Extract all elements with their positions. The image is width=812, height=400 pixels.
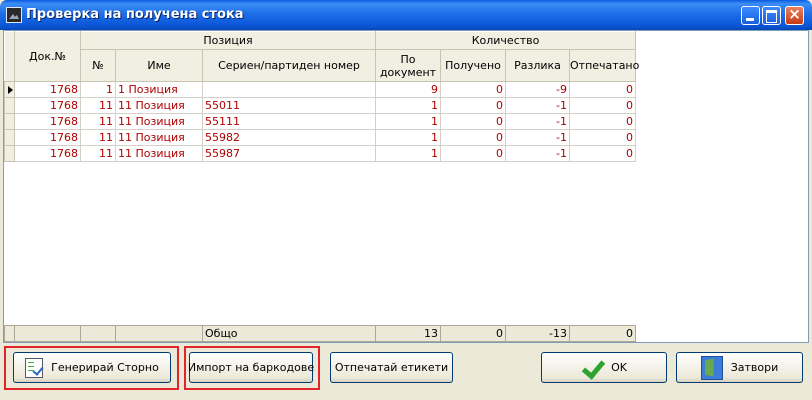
cell-received[interactable]: 0 — [440, 129, 507, 146]
cell-received[interactable]: 0 — [440, 81, 507, 98]
cell-no[interactable]: 11 — [80, 97, 116, 114]
total-by-document: 13 — [375, 325, 441, 342]
footer-cell — [14, 325, 81, 342]
total-printed: 0 — [569, 325, 636, 342]
cell-serial[interactable]: 55111 — [201, 113, 377, 130]
col-printed[interactable]: Отпечатано — [569, 49, 639, 82]
table-row[interactable]: 1768 1 1 Позиция 9 0 -9 0 — [4, 81, 637, 98]
col-difference[interactable]: Разлика — [505, 49, 571, 82]
cell-no[interactable]: 11 — [80, 129, 116, 146]
cell-printed[interactable]: 0 — [569, 145, 637, 162]
cell-printed[interactable]: 0 — [569, 81, 637, 98]
cell-printed[interactable]: 0 — [569, 97, 637, 114]
cell-by-document[interactable]: 1 — [375, 97, 442, 114]
minimize-icon — [746, 18, 754, 21]
table-row[interactable]: 1768 11 11 Позиция 55011 1 0 -1 0 — [4, 97, 637, 114]
col-number[interactable]: № — [80, 49, 116, 82]
group-header-quantity: Количество — [375, 31, 637, 50]
print-labels-label: Отпечатай етикети — [334, 361, 449, 374]
title-bar: Проверка на получена стока × — [0, 0, 812, 30]
cell-doc[interactable]: 1768 — [14, 97, 81, 114]
generate-storno-button[interactable]: Генерирай Сторно — [13, 352, 171, 383]
maximize-button[interactable] — [762, 6, 781, 25]
cell-difference[interactable]: -1 — [505, 145, 571, 162]
footer-cell — [115, 325, 203, 342]
total-received: 0 — [440, 325, 506, 342]
import-barcodes-label: Импорт на баркодове — [187, 361, 315, 374]
app-icon[interactable] — [6, 7, 22, 23]
col-received[interactable]: Получено — [440, 49, 507, 82]
cell-name[interactable]: 11 Позиция — [115, 129, 203, 146]
cell-name[interactable]: 11 Позиция — [115, 97, 203, 114]
col-by-document[interactable]: По документ — [375, 49, 442, 82]
stock-table: Док.№ Позиция Количество № Име Сериен/па… — [4, 31, 639, 162]
cell-printed[interactable]: 0 — [569, 129, 637, 146]
row-indicator[interactable] — [4, 81, 15, 98]
cell-no[interactable]: 11 — [80, 145, 116, 162]
minimize-button[interactable] — [741, 6, 760, 25]
door-exit-icon — [700, 355, 723, 380]
col-name[interactable]: Име — [115, 49, 203, 82]
cell-name[interactable]: 11 Позиция — [115, 145, 203, 162]
cell-received[interactable]: 0 — [440, 113, 507, 130]
cell-difference[interactable]: -1 — [505, 113, 571, 130]
group-header-position: Позиция — [79, 31, 377, 50]
cell-by-document[interactable]: 1 — [375, 145, 442, 162]
cell-serial[interactable]: 55982 — [201, 129, 377, 146]
table-row[interactable]: 1768 11 11 Позиция 55987 1 0 -1 0 — [4, 145, 637, 162]
cell-serial[interactable] — [201, 81, 377, 98]
table-row[interactable]: 1768 11 11 Позиция 55111 1 0 -1 0 — [4, 113, 637, 130]
cell-doc[interactable]: 1768 — [14, 81, 81, 98]
footer-cell — [4, 325, 15, 342]
stock-grid[interactable]: Док.№ Позиция Количество № Име Сериен/па… — [3, 30, 809, 343]
col-serial[interactable]: Сериен/партиден номер — [201, 49, 377, 82]
row-indicator[interactable] — [4, 145, 15, 162]
cell-received[interactable]: 0 — [440, 145, 507, 162]
cell-printed[interactable]: 0 — [569, 113, 637, 130]
ok-label: OK — [611, 361, 627, 374]
cell-name[interactable]: 1 Позиция — [115, 81, 203, 98]
window-title: Проверка на получена стока — [26, 7, 244, 22]
import-barcodes-button[interactable]: Импорт на баркодове — [187, 352, 315, 383]
table-row[interactable]: 1768 11 11 Позиция 55982 1 0 -1 0 — [4, 129, 637, 146]
cell-serial[interactable]: 55987 — [201, 145, 377, 162]
generate-storno-label: Генерирай Сторно — [51, 361, 159, 374]
row-indicator[interactable] — [4, 129, 15, 146]
total-label: Общо — [202, 325, 376, 342]
checklist-icon — [25, 357, 44, 378]
cell-doc[interactable]: 1768 — [14, 145, 81, 162]
footer-cell — [80, 325, 116, 342]
row-indicator-header — [4, 31, 15, 82]
row-indicator[interactable] — [4, 113, 15, 130]
cell-no[interactable]: 11 — [80, 113, 116, 130]
cell-by-document[interactable]: 9 — [375, 81, 442, 98]
cell-difference[interactable]: -1 — [505, 129, 571, 146]
cell-by-document[interactable]: 1 — [375, 113, 442, 130]
col-by-document-line1: По — [400, 52, 416, 66]
close-button[interactable]: Затвори — [676, 352, 803, 383]
cell-serial[interactable]: 55011 — [201, 97, 377, 114]
col-by-document-line2: документ — [379, 65, 437, 79]
current-row-arrow-icon — [8, 85, 13, 94]
maximize-icon — [766, 10, 777, 23]
ok-button[interactable]: OK — [541, 352, 667, 383]
total-difference: -13 — [505, 325, 570, 342]
totals-row: Общо 13 0 -13 0 — [4, 325, 636, 342]
col-doc-number[interactable]: Док.№ — [14, 31, 81, 82]
checkmark-icon — [581, 357, 603, 379]
cell-no[interactable]: 1 — [80, 81, 116, 98]
cell-doc[interactable]: 1768 — [14, 113, 81, 130]
cell-received[interactable]: 0 — [440, 97, 507, 114]
close-window-button[interactable]: × — [785, 5, 804, 25]
close-icon: × — [788, 5, 801, 23]
cell-doc[interactable]: 1768 — [14, 129, 81, 146]
close-label: Затвори — [730, 361, 779, 374]
print-labels-button[interactable]: Отпечатай етикети — [330, 352, 453, 383]
cell-difference[interactable]: -9 — [505, 81, 571, 98]
cell-by-document[interactable]: 1 — [375, 129, 442, 146]
cell-name[interactable]: 11 Позиция — [115, 113, 203, 130]
cell-difference[interactable]: -1 — [505, 97, 571, 114]
row-indicator[interactable] — [4, 97, 15, 114]
